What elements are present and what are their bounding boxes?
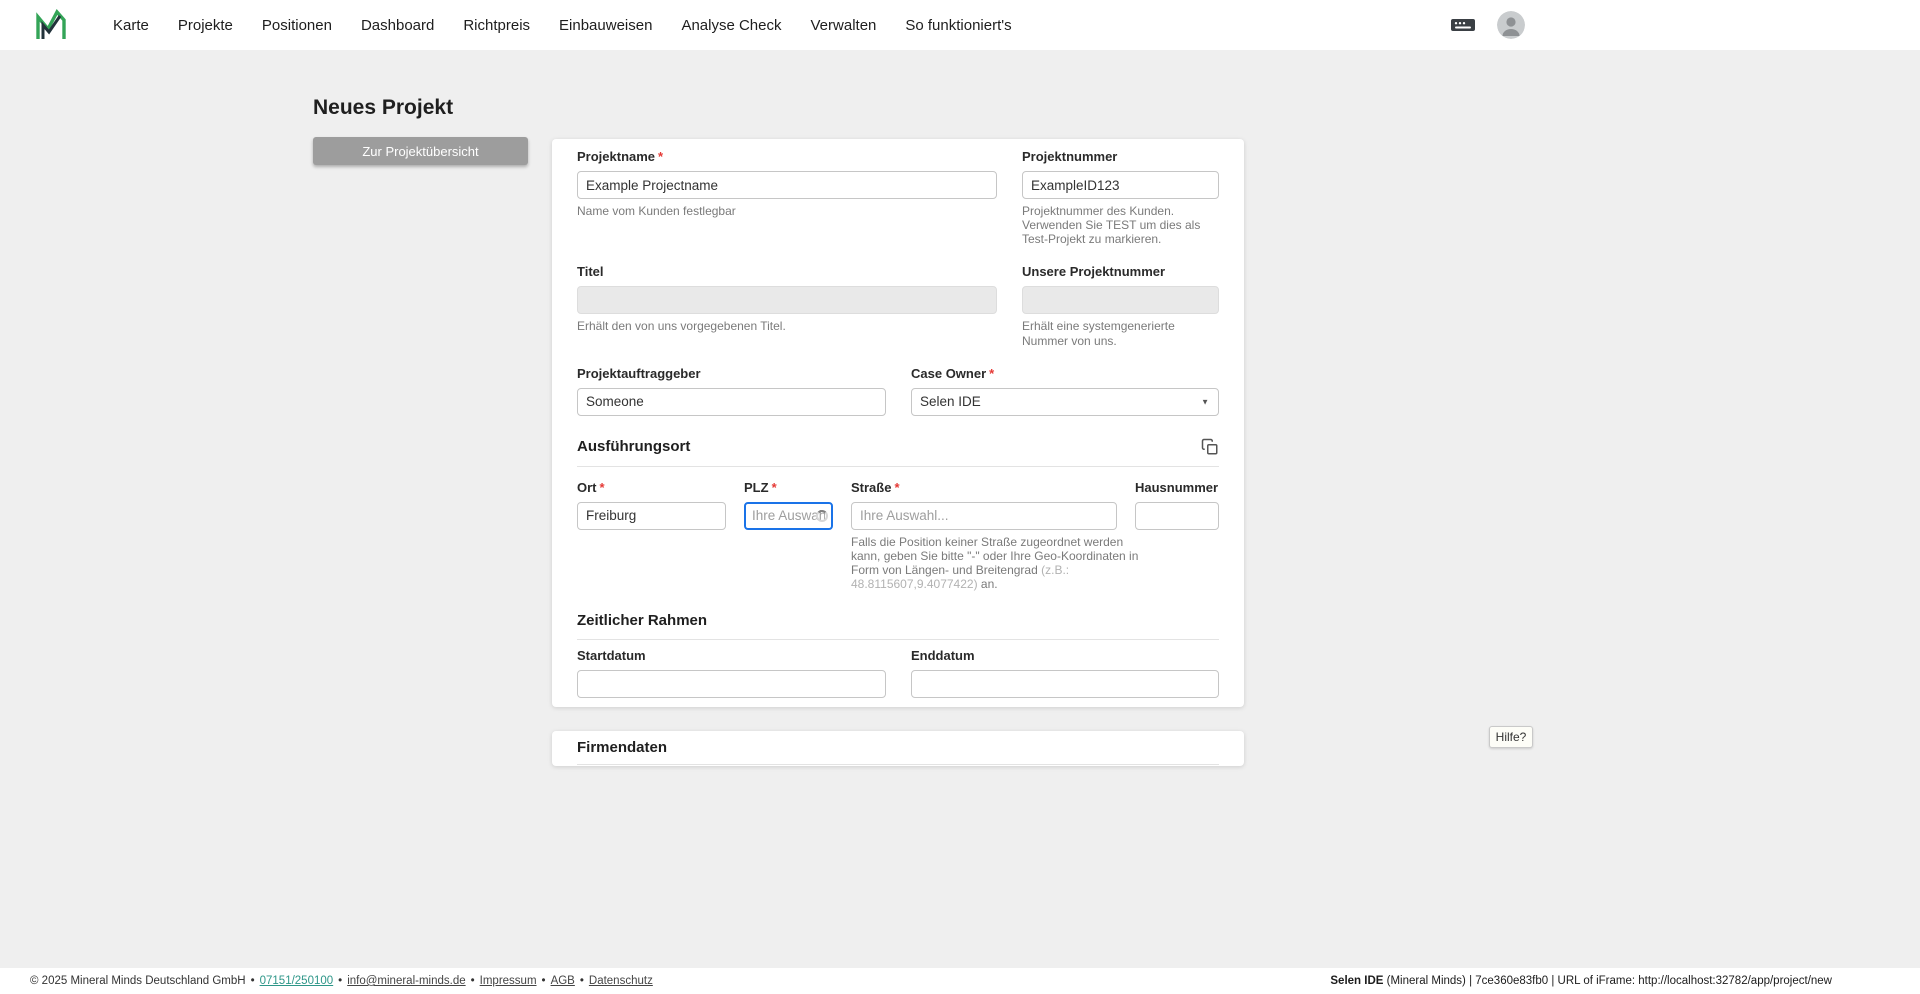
nav-item-einbauweisen[interactable]: Einbauweisen — [559, 17, 652, 34]
section-divider — [577, 465, 1219, 467]
titel-field-group: Titel Erhält den von uns vorgegebenen Ti… — [577, 264, 997, 347]
projektnummer-label: Projektnummer — [1022, 149, 1118, 164]
zeitlicher-rahmen-section-header: Zeitlicher Rahmen — [577, 611, 1219, 629]
case-owner-label: Case Owner * — [911, 365, 995, 381]
nav-item-so-funktionierts[interactable]: So funktioniert's — [905, 17, 1011, 34]
titel-input — [577, 286, 997, 315]
chevron-down-icon: ▼ — [1201, 397, 1209, 407]
case-owner-select[interactable]: Selen IDE ▼ — [911, 387, 1219, 416]
required-marker: * — [658, 149, 664, 164]
copy-icon — [1201, 438, 1218, 455]
required-marker: * — [894, 479, 900, 495]
startdatum-field-group: Startdatum — [577, 648, 886, 699]
page-title: Neues Projekt — [313, 96, 454, 119]
ausfuehrungsort-section-header: Ausführungsort — [577, 438, 1219, 456]
footer-impressum-link[interactable]: Impressum — [480, 975, 537, 987]
unsere-projektnummer-input — [1022, 286, 1219, 315]
project-form-card: Projektname* Name vom Kunden festlegbar … — [552, 139, 1244, 707]
enddatum-label: Enddatum — [911, 648, 975, 664]
strasse-label: Straße * — [851, 479, 900, 495]
hausnummer-input[interactable] — [1135, 501, 1219, 530]
ort-field-group: Ort * — [577, 480, 726, 592]
firmendaten-section-title: Firmendaten — [577, 739, 668, 756]
enddatum-field-group: Enddatum — [911, 648, 1219, 699]
copy-address-button[interactable] — [1201, 438, 1219, 456]
unsere-projektnummer-field-group: Unsere Projektnummer Erhält eine systemg… — [1022, 264, 1219, 348]
nav-item-karte[interactable]: Karte — [113, 17, 149, 34]
hausnummer-field-group: Hausnummer — [1135, 480, 1219, 592]
strasse-field-group: Straße* Falls die Position keiner Straße… — [851, 479, 1138, 592]
projektauftraggeber-label: Projektauftraggeber — [577, 365, 701, 381]
projektauftraggeber-input[interactable] — [577, 387, 886, 416]
case-owner-selected-value: Selen IDE — [920, 394, 981, 410]
main-nav: Karte Projekte Positionen Dashboard Rich… — [113, 17, 1012, 34]
section-divider — [577, 639, 1219, 641]
enddatum-input[interactable] — [911, 670, 1219, 699]
strasse-helper: Falls die Position keiner Straße zugeord… — [851, 534, 1139, 592]
footer-bar: © 2025 Mineral Minds Deutschland GmbH • … — [0, 968, 1920, 994]
required-marker: * — [989, 365, 995, 381]
unsere-projektnummer-label: Unsere Projektnummer — [1022, 264, 1166, 280]
plz-label: PLZ * — [744, 479, 777, 495]
app-logo-icon[interactable] — [34, 8, 68, 42]
required-marker: * — [771, 479, 777, 495]
plz-field-group: PLZ * — [744, 480, 833, 592]
top-nav-bar: Karte Projekte Positionen Dashboard Rich… — [0, 0, 1920, 50]
section-divider — [577, 764, 1219, 765]
projektnummer-helper: Projektnummer des Kunden. Verwenden Sie … — [1022, 204, 1201, 247]
nav-item-positionen[interactable]: Positionen — [262, 17, 332, 34]
footer-user-name: Selen IDE — [1330, 975, 1384, 987]
user-avatar[interactable] — [1497, 11, 1525, 39]
nav-item-richtpreis[interactable]: Richtpreis — [463, 17, 530, 34]
loading-spinner-icon — [816, 509, 828, 522]
footer-links: © 2025 Mineral Minds Deutschland GmbH • … — [30, 975, 653, 987]
nav-item-analyse-check[interactable]: Analyse Check — [681, 17, 781, 34]
projektname-input[interactable] — [577, 171, 997, 199]
footer-phone-link[interactable]: 07151/250100 — [260, 975, 334, 987]
nav-item-projekte[interactable]: Projekte — [178, 17, 233, 34]
footer-session-info: Selen IDE (Mineral Minds) | 7ce360e83fb0… — [1330, 975, 1832, 987]
projektname-field-group: Projektname* Name vom Kunden festlegbar — [577, 149, 997, 246]
page-body: Neues Projekt Zur Projektübersicht Proje… — [0, 50, 1920, 968]
projektname-helper: Name vom Kunden festlegbar — [577, 204, 736, 218]
server-icon[interactable] — [1450, 16, 1476, 34]
firmendaten-card: Firmendaten — [552, 731, 1244, 766]
projektauftraggeber-field-group: Projektauftraggeber — [577, 366, 886, 416]
projektname-label: Projektname * — [577, 149, 664, 164]
nav-item-dashboard[interactable]: Dashboard — [361, 17, 434, 34]
projektnummer-input[interactable] — [1022, 171, 1219, 199]
footer-datenschutz-link[interactable]: Datenschutz — [589, 975, 653, 987]
header-actions — [1450, 0, 1525, 50]
footer-copyright: © 2025 Mineral Minds Deutschland GmbH — [30, 975, 246, 987]
required-marker: * — [599, 479, 605, 495]
titel-label: Titel — [577, 264, 604, 280]
project-overview-button[interactable]: Zur Projektübersicht — [313, 137, 528, 165]
unsere-projektnummer-helper: Erhält eine systemgenerierte Nummer von … — [1022, 319, 1175, 348]
zeitlicher-rahmen-section-title: Zeitlicher Rahmen — [577, 611, 708, 629]
hausnummer-label: Hausnummer — [1135, 479, 1219, 495]
startdatum-label: Startdatum — [577, 648, 646, 664]
nav-item-verwalten[interactable]: Verwalten — [811, 17, 877, 34]
ort-input[interactable] — [577, 501, 726, 530]
footer-agb-link[interactable]: AGB — [551, 975, 575, 987]
projektnummer-field-group: Projektnummer Projektnummer des Kunden. … — [1022, 149, 1219, 246]
startdatum-input[interactable] — [577, 670, 886, 699]
ort-label: Ort * — [577, 479, 605, 495]
ausfuehrungsort-section-title: Ausführungsort — [577, 438, 691, 456]
help-button[interactable]: Hilfe? — [1489, 726, 1533, 748]
strasse-input[interactable] — [851, 501, 1117, 530]
titel-helper: Erhält den von uns vorgegebenen Titel. — [577, 319, 786, 334]
footer-email-link[interactable]: info@mineral-minds.de — [347, 975, 465, 987]
case-owner-field-group: Case Owner * Selen IDE ▼ — [911, 366, 1219, 416]
